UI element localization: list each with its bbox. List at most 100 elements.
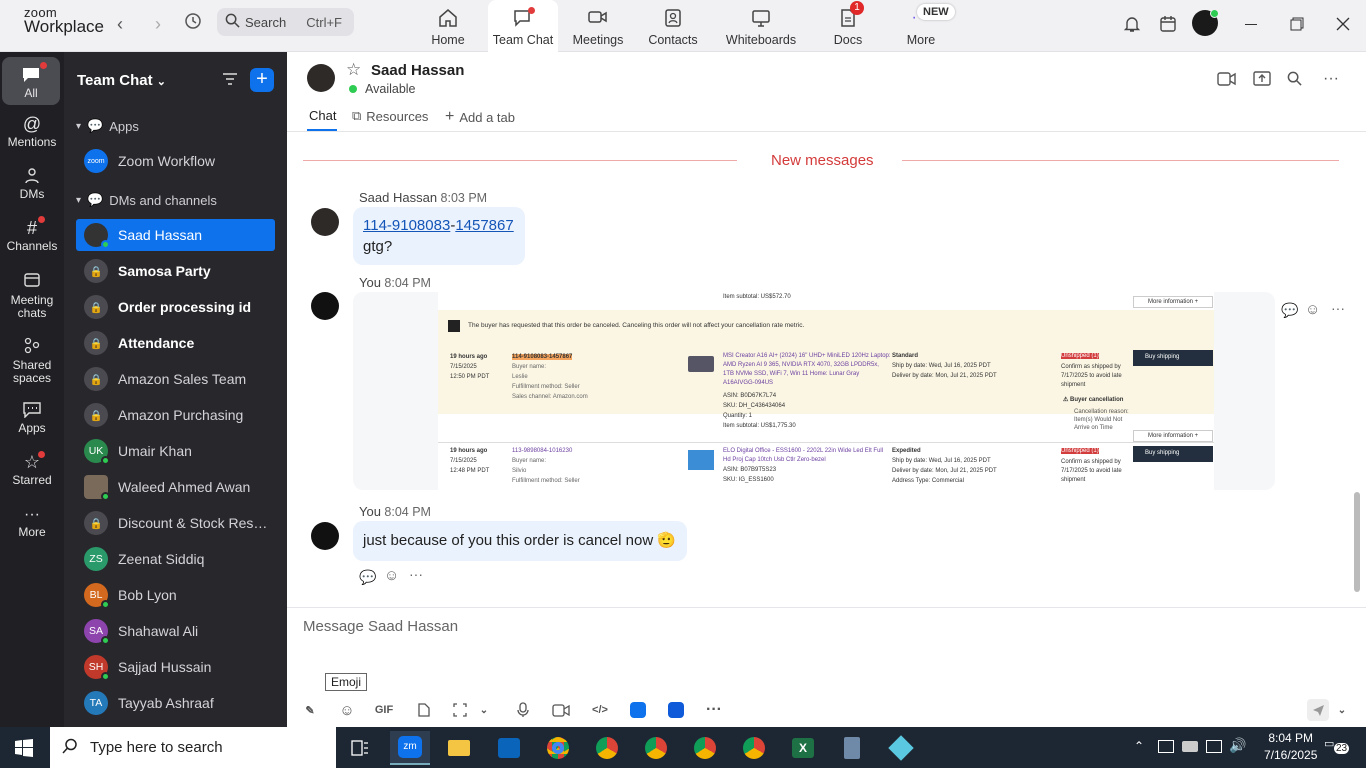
rail-dms[interactable]: DMs	[0, 164, 64, 201]
filter-icon[interactable]	[222, 72, 238, 91]
forward-arrow-icon[interactable]: ›	[146, 12, 170, 36]
tab-whiteboards[interactable]: Whiteboards	[720, 0, 802, 52]
more-options-icon[interactable]: ···	[1323, 70, 1339, 88]
add-reaction-icon[interactable]: ☺	[1305, 301, 1320, 318]
sidebar-item-order-processing[interactable]: 🔒 Order processing id	[76, 291, 275, 323]
sender-avatar[interactable]	[311, 522, 339, 550]
code-snippet-icon[interactable]: </>	[589, 699, 611, 721]
sidebar-title[interactable]: Team Chat ⌄	[77, 72, 166, 89]
app-icon-1[interactable]	[627, 699, 649, 721]
file-explorer-icon[interactable]	[439, 731, 479, 765]
more-options-icon[interactable]: ···	[409, 566, 423, 582]
rail-apps[interactable]: Apps	[0, 398, 64, 435]
share-screen-icon[interactable]	[1253, 71, 1271, 91]
tab-meetings[interactable]: Meetings	[563, 0, 633, 52]
volume-icon[interactable]: 🔊	[1229, 737, 1246, 754]
rail-starred[interactable]: ☆ Starred	[0, 450, 64, 487]
sidebar-item-zoom-workflow[interactable]: zoom Zoom Workflow	[76, 145, 275, 177]
sender-avatar[interactable]	[311, 208, 339, 236]
system-clock[interactable]: 8:04 PM 7/16/2025	[1264, 730, 1317, 764]
sidebar-item-amazon-purchasing[interactable]: 🔒 Amazon Purchasing	[76, 399, 275, 431]
reply-icon[interactable]: 💬	[1281, 302, 1298, 319]
screenshot-icon[interactable]	[449, 699, 471, 721]
back-arrow-icon[interactable]: ‹	[108, 12, 132, 36]
microphone-icon[interactable]	[512, 699, 534, 721]
video-message-icon[interactable]	[550, 699, 572, 721]
chrome-icon[interactable]	[587, 731, 627, 765]
tab-home[interactable]: Home	[413, 0, 483, 52]
apps-section-header[interactable]: ▾ 💬 Apps	[76, 118, 139, 134]
outlook-icon[interactable]	[489, 731, 529, 765]
rail-meeting-chats[interactable]: Meeting chats	[0, 268, 64, 320]
sidebar-item-tayyab-ashraaf[interactable]: TA Tayyab Ashraaf	[76, 687, 275, 719]
tray-icon[interactable]	[1158, 740, 1174, 753]
search-box[interactable]: Search Ctrl+F	[217, 8, 354, 36]
sidebar-item-amazon-sales[interactable]: 🔒 Amazon Sales Team	[76, 363, 275, 395]
tab-team-chat[interactable]: Team Chat	[488, 0, 558, 52]
sidebar-item-shahawal-ali[interactable]: SA Shahawal Ali	[76, 615, 275, 647]
tab-chat[interactable]: Chat	[309, 108, 336, 123]
sidebar-item-bob-lyon[interactable]: BL Bob Lyon	[76, 579, 275, 611]
minimize-icon[interactable]	[1239, 12, 1263, 36]
order-link[interactable]: 1457867	[455, 217, 513, 234]
video-call-icon[interactable]	[1217, 72, 1237, 91]
sidebar-item-zeenat-siddiq[interactable]: ZS Zeenat Siddiq	[76, 543, 275, 575]
sidebar-item-attendance[interactable]: 🔒 Attendance	[76, 327, 275, 359]
zoom-taskbar-icon[interactable]: zm	[390, 731, 430, 765]
bell-icon[interactable]	[1120, 12, 1144, 36]
add-reaction-icon[interactable]: ☺	[384, 567, 399, 584]
rail-shared-spaces[interactable]: Shared spaces	[0, 333, 64, 385]
message-bubble[interactable]: just because of you this order is cancel…	[353, 521, 687, 561]
message-bubble[interactable]: 114-9108083-1457867 gtg?	[353, 207, 525, 265]
chat-scrollbar[interactable]	[1354, 492, 1360, 592]
chrome-icon[interactable]	[636, 731, 676, 765]
chevron-up-icon[interactable]: ⌃	[1134, 739, 1144, 753]
format-text-icon[interactable]: ✎	[299, 699, 321, 721]
rail-mentions[interactable]: @ Mentions	[0, 112, 64, 149]
chrome-icon[interactable]	[538, 731, 578, 765]
tab-add-a-tab[interactable]: + Add a tab	[445, 108, 515, 126]
send-icon[interactable]	[1307, 699, 1329, 721]
sidebar-item-umair-khan[interactable]: UK Umair Khan	[76, 435, 275, 467]
tab-contacts[interactable]: Contacts	[638, 0, 708, 52]
rail-all[interactable]: All	[2, 57, 60, 105]
tab-docs[interactable]: Docs 1	[813, 0, 883, 52]
tab-resources[interactable]: ⧉ Resources	[352, 108, 428, 124]
dms-section-header[interactable]: ▾ 💬 DMs and channels	[76, 192, 217, 208]
restore-icon[interactable]	[1285, 12, 1309, 36]
sidebar-item-sajjad-hussain[interactable]: SH Sajjad Hussain	[76, 651, 275, 683]
app-icon[interactable]	[881, 731, 921, 765]
sidebar-item-samosa-party[interactable]: 🔒 Samosa Party	[76, 255, 275, 287]
windows-start-icon[interactable]	[15, 739, 33, 762]
sidebar-item-discount-stock[interactable]: 🔒 Discount & Stock Reser...	[76, 507, 275, 539]
rail-more[interactable]: ··· More	[0, 502, 64, 539]
message-input[interactable]: Message Saad Hassan	[303, 618, 458, 635]
order-link[interactable]: 114-9108083	[363, 217, 450, 234]
rail-channels[interactable]: # Channels	[0, 216, 64, 253]
sender-avatar[interactable]	[311, 292, 339, 320]
sidebar-item-saad-hassan[interactable]: Saad Hassan	[76, 219, 275, 251]
excel-icon[interactable]: X	[783, 731, 823, 765]
reply-icon[interactable]: 💬	[359, 569, 376, 586]
star-icon[interactable]: ☆	[346, 60, 361, 80]
contact-avatar[interactable]	[307, 64, 335, 92]
contact-name[interactable]: Saad Hassan	[371, 62, 464, 79]
new-chat-plus-button[interactable]: +	[250, 68, 274, 92]
taskbar-search[interactable]: Type here to search	[50, 727, 336, 768]
battery-icon[interactable]	[1182, 741, 1198, 752]
profile-avatar[interactable]	[1192, 9, 1219, 36]
app-icon-2[interactable]	[665, 699, 687, 721]
close-icon[interactable]	[1331, 12, 1355, 36]
sidebar-item-waleed-ahmed-awan[interactable]: Waleed Ahmed Awan	[76, 471, 275, 503]
emoji-icon[interactable]: ☺	[336, 699, 358, 721]
calculator-icon[interactable]	[832, 731, 872, 765]
calendar-icon[interactable]	[1156, 12, 1180, 36]
more-tools-icon[interactable]: ···	[703, 699, 725, 721]
image-attachment[interactable]: Item subtotal: US$572.70 More informatio…	[353, 292, 1275, 490]
search-icon[interactable]	[1287, 71, 1302, 91]
history-icon[interactable]	[181, 12, 205, 36]
chevron-down-icon[interactable]: ⌄	[1331, 699, 1353, 721]
chrome-icon[interactable]	[685, 731, 725, 765]
gif-button[interactable]: GIF	[373, 699, 395, 721]
more-options-icon[interactable]: ···	[1331, 300, 1345, 316]
